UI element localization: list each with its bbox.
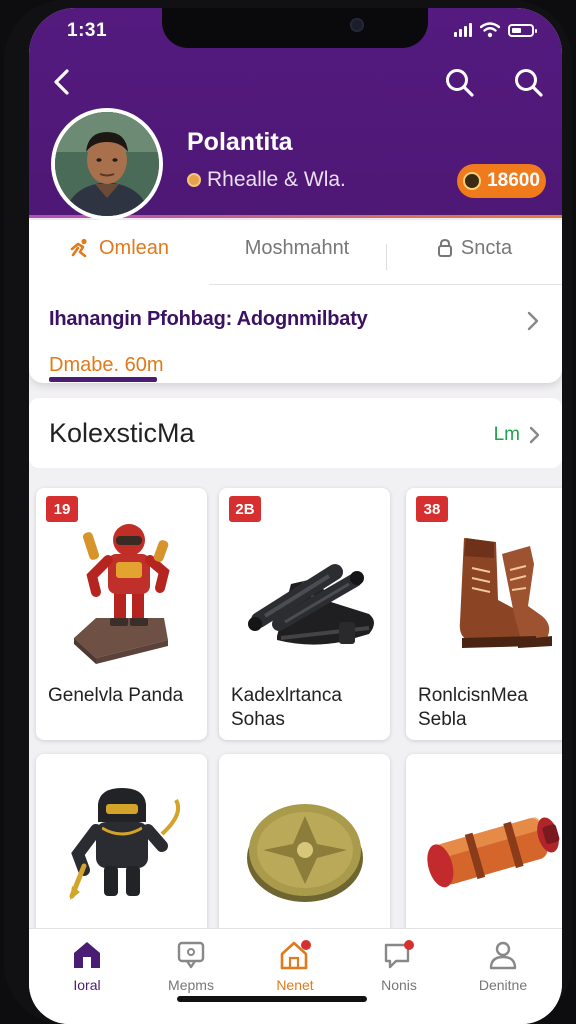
status-icons	[454, 22, 537, 38]
chevron-right-icon	[529, 426, 540, 444]
nav-item-messages[interactable]: Mepms	[141, 939, 241, 993]
nav-item-profile[interactable]: Denitne	[453, 939, 553, 993]
run-icon	[70, 238, 87, 258]
chat-badge-icon	[384, 940, 414, 969]
nav-item-home[interactable]: Ioral	[37, 939, 137, 993]
lock-icon	[437, 238, 452, 257]
chevron-right-icon[interactable]	[524, 310, 542, 332]
progress-title[interactable]: Ihanangin Pfohbag: Adognmilbaty	[49, 308, 368, 331]
back-arrow-icon[interactable]	[47, 66, 79, 98]
nav-label: Nenet	[276, 977, 314, 993]
home-indicator	[177, 996, 367, 1002]
boots-icon	[248, 564, 374, 645]
coin-balance-pill[interactable]: 18600	[457, 164, 546, 198]
tab-sncta[interactable]: Sncta	[387, 220, 562, 276]
tab-label: Sncta	[460, 236, 513, 259]
bottom-navigation: Ioral Mepms Nenet Nonis Denitne	[29, 928, 562, 1024]
profile-subtitle-text: Rhealle & Wla.	[207, 168, 346, 191]
canister-icon	[427, 817, 560, 888]
tab-moshmahnt[interactable]: Moshmahnt	[209, 220, 385, 276]
home-icon	[74, 942, 100, 968]
card-name: Kadexlrtanca Sohas	[231, 685, 342, 730]
profile-subtitle: Rhealle & Wla.	[187, 168, 346, 192]
see-more-label: Lm	[493, 424, 520, 445]
tab-label: Moshmahnt	[244, 236, 350, 259]
armored-knight-icon	[69, 788, 181, 900]
front-camera-icon	[350, 18, 364, 32]
house-badge-icon	[280, 940, 311, 970]
tab-label: Omlean	[98, 236, 170, 259]
nav-label: Ioral	[73, 977, 101, 993]
phone-frame: 1:31 Polantita Rhealle & Wla. 18600 Omle…	[4, 0, 572, 1024]
nav-item-nonis[interactable]: Nonis	[349, 939, 449, 993]
tab-omlean[interactable]: Omlean	[29, 220, 209, 276]
activity-card: Omlean Moshmahnt Sncta Ihanangin Pfohbag…	[29, 220, 562, 383]
bronze-shield-icon	[247, 804, 363, 902]
search-icon[interactable]	[512, 66, 546, 100]
collection-card[interactable]: 38 RonlcisnMea Sebla	[406, 488, 562, 740]
app-screen: 1:31 Polantita Rhealle & Wla. 18600 Omle…	[29, 8, 562, 1024]
progress-bar	[49, 377, 157, 382]
card-name: Genelvla Panda	[48, 685, 184, 706]
collection-header: KolexsticMa Lm	[29, 398, 562, 468]
collection-card[interactable]: 2B Kadexlrtanca Sohas	[219, 488, 390, 740]
nav-label: Mepms	[168, 977, 214, 993]
search-icon[interactable]	[443, 66, 477, 100]
card-name: RonlcisnMea Sebla	[418, 685, 528, 730]
status-time: 1:31	[67, 20, 108, 41]
avatar[interactable]	[51, 108, 163, 220]
coin-icon	[463, 172, 482, 190]
nav-label: Denitne	[478, 977, 528, 993]
battery-icon	[508, 23, 537, 37]
coin-balance: 18600	[487, 170, 540, 191]
collection-title: KolexsticMa	[49, 418, 195, 448]
camera-notch	[162, 8, 428, 48]
location-dot-icon	[187, 173, 201, 187]
profile-icon	[489, 941, 517, 970]
see-more-link[interactable]: Lm	[494, 424, 542, 446]
signal-icon	[454, 23, 472, 37]
tab-bar: Omlean Moshmahnt Sncta	[29, 220, 562, 276]
profile-name: Polantita	[187, 128, 293, 156]
avatar-portrait	[55, 112, 159, 216]
leather-boots-icon	[459, 538, 552, 648]
nav-item-nenet[interactable]: Nenet	[245, 939, 345, 993]
robot-figure-icon	[74, 524, 170, 664]
tab-divider-line	[209, 284, 562, 285]
wifi-icon	[480, 22, 500, 38]
collection-card[interactable]: 19 Genelvla Panda	[36, 488, 207, 740]
nav-label: Nonis	[381, 977, 417, 993]
progress-distance: Dmabe. 60m	[49, 354, 164, 376]
message-icon	[177, 941, 205, 969]
